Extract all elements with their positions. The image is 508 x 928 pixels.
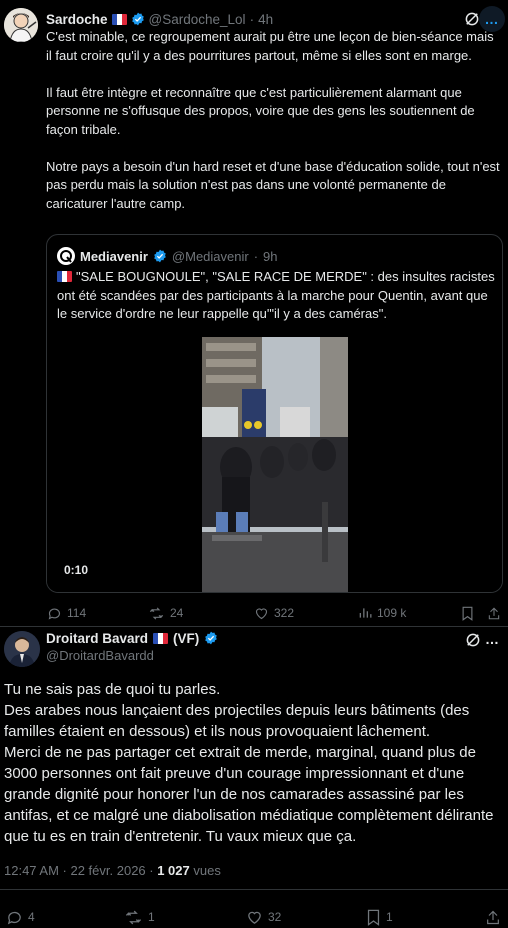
reply-tweet: Droitard Bavard (VF) @DroitardBavardd … …: [0, 626, 508, 928]
like-button[interactable]: 322: [254, 606, 294, 621]
views-icon: [359, 608, 372, 618]
french-flag-icon: [57, 271, 72, 282]
mediavenir-avatar[interactable]: [57, 247, 75, 265]
repost-button[interactable]: 24: [148, 606, 183, 621]
quoted-tweet[interactable]: Mediavenir @Mediavenir · 9h "SALE BOUGNO…: [46, 234, 503, 593]
tweet-line: Des arabes nous lançaient des projectile…: [4, 702, 470, 740]
reply-icon: [48, 608, 61, 620]
like-icon: [248, 911, 261, 924]
french-flag-icon: [153, 632, 169, 644]
bookmark-count: 1: [386, 910, 393, 924]
verified-badge-icon: [131, 12, 144, 26]
tweet-text: C'est minable, ce regroupement aurait pu…: [46, 28, 501, 232]
author-name-suffix: (VF): [173, 630, 200, 646]
grok-icon[interactable]: [464, 631, 482, 649]
tweet-paragraph: Il faut être intègre et reconnaître que …: [46, 84, 475, 137]
tweet-line: Tu ne sais pas de quoi tu parles.: [4, 681, 221, 698]
video-thumbnail: [202, 337, 348, 592]
video-duration: 0:10: [64, 563, 89, 577]
divider: [0, 889, 508, 890]
repost-count: 24: [170, 606, 184, 620]
author-name[interactable]: Sardoche: [46, 12, 108, 27]
quoted-header-separator: ·: [253, 248, 259, 264]
bookmark-button[interactable]: 1: [366, 909, 393, 926]
tweet-actions: 114 24 322 109 k: [0, 604, 508, 622]
tweet-header: Droitard Bavard (VF) @DroitardBavardd: [46, 629, 218, 663]
quoted-author-name[interactable]: Mediavenir: [80, 249, 148, 264]
views-button[interactable]: 109 k: [358, 606, 406, 620]
verified-badge-icon: [154, 249, 166, 263]
avatar-illustration: [4, 631, 40, 667]
like-button[interactable]: 32: [246, 909, 281, 926]
share-button[interactable]: [485, 909, 501, 926]
tweet-time[interactable]: 4h: [258, 12, 273, 27]
author-handle[interactable]: @DroitardBavardd: [46, 648, 218, 663]
reply-icon: [7, 911, 21, 924]
french-flag-icon: [111, 13, 127, 25]
bookmark-icon: [367, 909, 380, 926]
quoted-tweet-body: "SALE BOUGNOULE", "SALE RACE DE MERDE" :…: [57, 269, 495, 321]
tweet-header: Sardoche @Sardoche_Lol · 4h: [46, 10, 273, 28]
tweet-line: Merci de ne pas partager cet extrait de …: [4, 744, 494, 845]
repost-count: 1: [148, 910, 155, 924]
more-icon: …: [485, 631, 499, 647]
like-icon: [255, 607, 268, 619]
author-name[interactable]: Droitard Bavard: [46, 631, 148, 646]
reply-button[interactable]: 114: [47, 606, 86, 621]
share-button[interactable]: [487, 606, 501, 621]
tweet-meta: 12:47 AM · 22 févr. 2026 · 1 027 vues: [4, 863, 221, 878]
repost-button[interactable]: 1: [124, 909, 155, 926]
header-separator: ·: [249, 11, 255, 27]
video-frame[interactable]: [202, 337, 348, 592]
main-tweet: Sardoche @Sardoche_Lol · 4h … C'est mina…: [0, 0, 508, 626]
author-avatar[interactable]: [4, 631, 40, 667]
repost-icon: [125, 910, 142, 924]
author-avatar[interactable]: [4, 8, 38, 42]
avatar-illustration: [4, 8, 38, 42]
repost-icon: [149, 606, 164, 620]
tweet-actions: 4 1 32 1: [0, 907, 508, 927]
quoted-tweet-header: Mediavenir @Mediavenir · 9h: [57, 247, 278, 265]
tweet-timestamp[interactable]: 12:47 AM · 22 févr. 2026 ·: [4, 863, 154, 878]
tweet-paragraph: Notre pays a besoin d'un hard reset et d…: [46, 158, 500, 211]
author-handle[interactable]: @Sardoche_Lol: [149, 12, 246, 27]
reply-count: 4: [28, 910, 35, 924]
tweet-paragraph: C'est minable, ce regroupement aurait pu…: [46, 29, 494, 63]
more-options-button[interactable]: …: [485, 631, 499, 647]
verified-badge-icon: [205, 631, 218, 645]
quoted-tweet-text: "SALE BOUGNOULE", "SALE RACE DE MERDE" :…: [57, 268, 497, 324]
bookmark-icon: [462, 606, 473, 621]
reply-button[interactable]: 4: [6, 909, 35, 926]
reply-count: 114: [67, 606, 87, 620]
like-count: 322: [274, 606, 295, 620]
views-label: vues: [193, 863, 221, 878]
video-player[interactable]: 0:10: [47, 327, 502, 592]
quoted-tweet-time: 9h: [263, 248, 278, 264]
mediavenir-logo-icon: [60, 250, 72, 263]
like-count: 32: [268, 910, 282, 924]
views-count: 109 k: [377, 606, 407, 620]
more-icon: …: [484, 11, 500, 27]
tweet-text: Tu ne sais pas de quoi tu parles. Des ar…: [4, 679, 504, 847]
quoted-author-handle[interactable]: @Mediavenir: [172, 249, 249, 264]
bookmark-button[interactable]: [461, 606, 474, 621]
share-icon: [487, 910, 499, 924]
views-count: 1 027: [157, 863, 190, 878]
share-icon: [488, 607, 500, 619]
